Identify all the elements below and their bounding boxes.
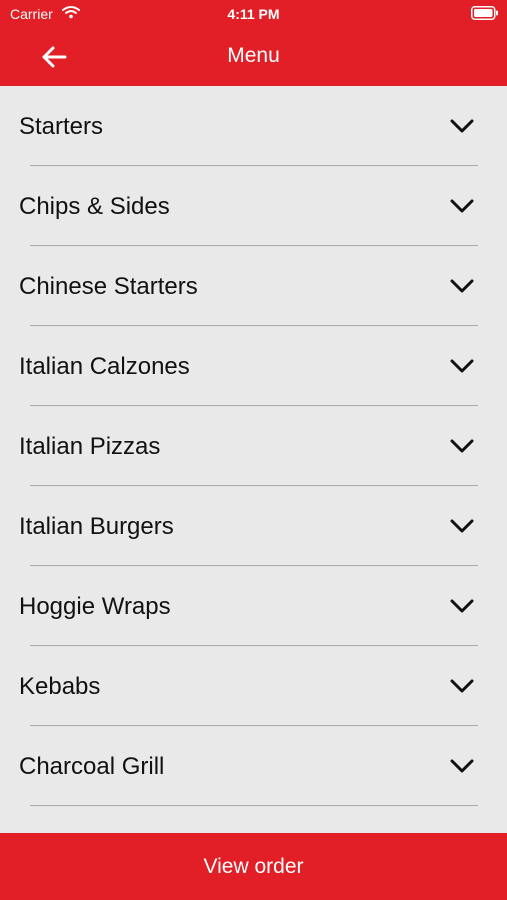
chevron-down-icon	[450, 519, 474, 533]
chevron-down-icon	[450, 759, 474, 773]
menu-category-label: Italian Burgers	[19, 513, 174, 540]
menu-category-label: Italian Pizzas	[19, 433, 161, 460]
menu-category-label: Charcoal Grill	[19, 753, 165, 780]
status-time: 4:11 PM	[227, 6, 280, 22]
chevron-down-icon	[450, 599, 474, 613]
nav-bar: Menu	[0, 28, 507, 86]
menu-category-kebabs[interactable]: Kebabs	[0, 646, 507, 726]
chevron-down-icon	[450, 199, 474, 213]
menu-category-italian-burgers[interactable]: Italian Burgers	[0, 486, 507, 566]
menu-category-label: Hoggie Wraps	[19, 593, 171, 620]
menu-category-label: Italian Calzones	[19, 353, 190, 380]
menu-category-italian-calzones[interactable]: Italian Calzones	[0, 326, 507, 406]
chevron-down-icon	[450, 679, 474, 693]
page-title: Menu	[227, 44, 280, 67]
menu-category-italian-pizzas[interactable]: Italian Pizzas	[0, 406, 507, 486]
view-order-button[interactable]: View order	[0, 833, 507, 900]
menu-category-chinese-starters[interactable]: Chinese Starters	[0, 246, 507, 326]
menu-category-starters[interactable]: Starters	[0, 86, 507, 166]
menu-category-label: Chinese Starters	[19, 273, 198, 300]
chevron-down-icon	[450, 359, 474, 373]
battery-icon	[471, 6, 498, 20]
menu-category-chips-sides[interactable]: Chips & Sides	[0, 166, 507, 246]
row-divider	[30, 805, 478, 806]
menu-category-charcoal-grill[interactable]: Charcoal Grill	[0, 726, 507, 806]
status-bar: Carrier 4:11 PM	[0, 0, 507, 28]
chevron-down-icon	[450, 279, 474, 293]
menu-category-label: Starters	[19, 113, 104, 140]
menu-category-hoggie-wraps[interactable]: Hoggie Wraps	[0, 566, 507, 646]
chevron-down-icon	[450, 439, 474, 453]
chevron-down-icon	[450, 119, 474, 133]
menu-category-label: Kebabs	[19, 673, 101, 700]
menu-category-list: Starters Chips & Sides Chinese Starters …	[0, 86, 507, 833]
menu-category-label: Chips & Sides	[19, 193, 170, 220]
